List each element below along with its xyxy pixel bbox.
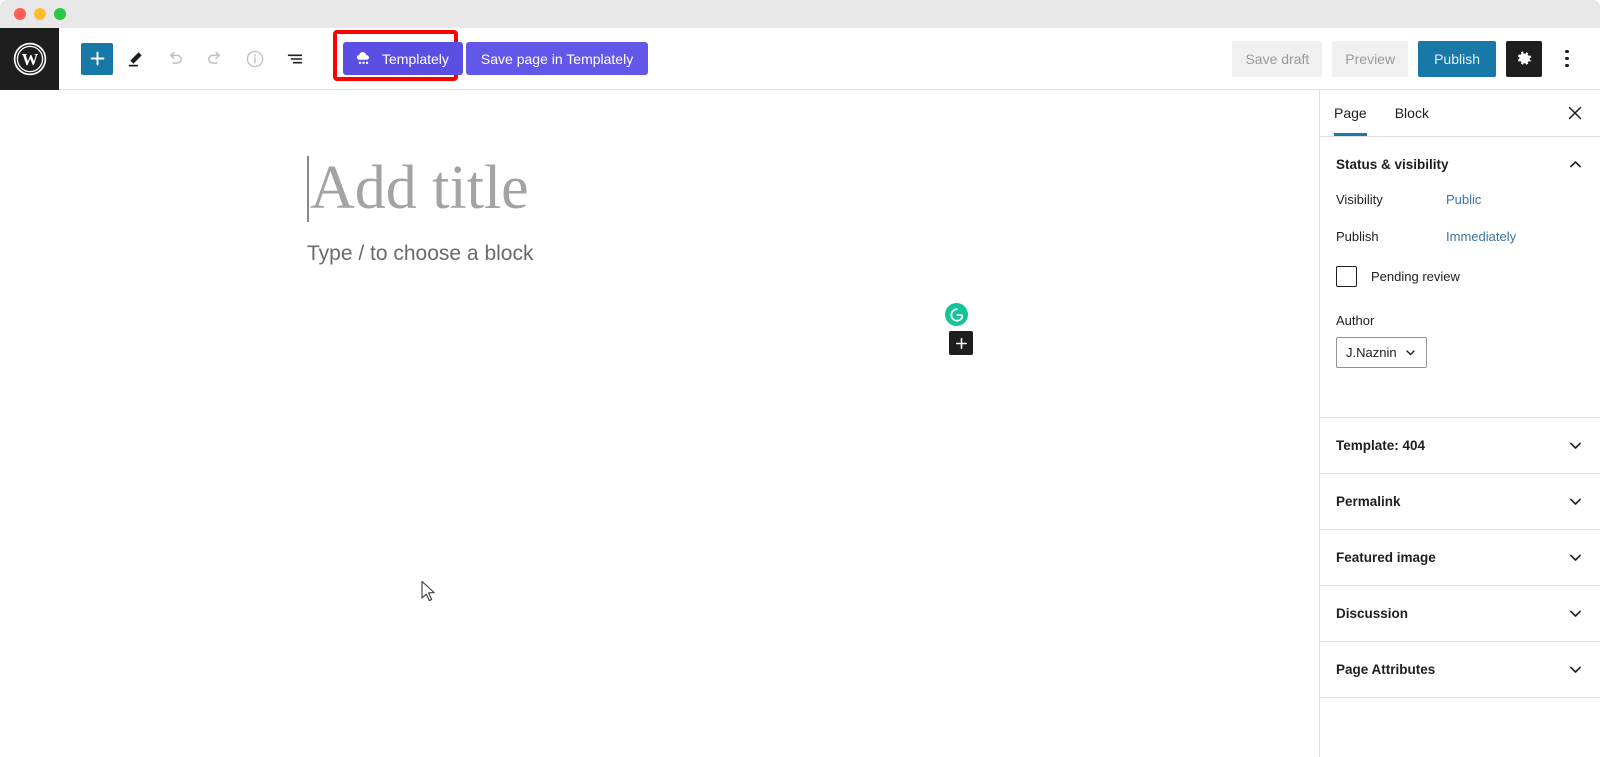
author-label: Author bbox=[1336, 313, 1375, 328]
panel-title: Template: 404 bbox=[1336, 438, 1426, 453]
panel-title: Page Attributes bbox=[1336, 662, 1436, 677]
canvas-block-inserter-button[interactable] bbox=[949, 331, 973, 355]
templately-button-label: Templately bbox=[382, 50, 449, 67]
panel-header-status-visibility[interactable]: Status & visibility bbox=[1320, 137, 1600, 192]
pending-review-label[interactable]: Pending review bbox=[1371, 269, 1460, 284]
undo-button[interactable] bbox=[157, 41, 193, 77]
templately-toolbar-group: Templately Save page in Templately bbox=[333, 30, 649, 81]
tools-pencil-button[interactable] bbox=[117, 41, 153, 77]
window-close-button[interactable] bbox=[14, 8, 26, 20]
window-zoom-button[interactable] bbox=[54, 8, 66, 20]
settings-gear-button[interactable] bbox=[1506, 40, 1542, 77]
text-caret bbox=[307, 156, 309, 222]
wordpress-logo[interactable]: W bbox=[0, 27, 59, 90]
grammarly-g-icon[interactable] bbox=[945, 303, 968, 326]
templately-cloud-icon bbox=[356, 52, 370, 65]
divider bbox=[1320, 697, 1600, 698]
author-select[interactable]: J.Naznin bbox=[1336, 337, 1427, 368]
chevron-down-icon bbox=[1405, 350, 1415, 356]
panel-header-featured-image[interactable]: Featured image bbox=[1320, 530, 1600, 585]
author-field-group: Author J.Naznin bbox=[1336, 313, 1584, 368]
panel-body-status-visibility: Visibility Public Publish Immediately Pe… bbox=[1320, 192, 1600, 390]
tab-page[interactable]: Page bbox=[1320, 90, 1381, 136]
pending-review-row: Pending review bbox=[1336, 266, 1584, 287]
toolbar-right-group: Save draft Preview Publish bbox=[1232, 40, 1600, 77]
panel-header-template[interactable]: Template: 404 bbox=[1320, 418, 1600, 473]
vertical-ellipsis-icon bbox=[1565, 56, 1569, 61]
arrow-cursor bbox=[421, 580, 435, 602]
chevron-down-icon bbox=[1570, 442, 1581, 449]
panel-header-permalink[interactable]: Permalink bbox=[1320, 474, 1600, 529]
author-value: J.Naznin bbox=[1346, 345, 1397, 360]
tab-block[interactable]: Block bbox=[1381, 90, 1443, 136]
details-info-button[interactable] bbox=[237, 41, 273, 77]
window-title-bar bbox=[0, 0, 1600, 28]
chevron-up-icon bbox=[1570, 161, 1581, 168]
post-title-placeholder: Add title bbox=[310, 154, 529, 222]
publish-row: Publish Immediately bbox=[1336, 229, 1584, 244]
sidebar-tabbar: Page Block bbox=[1320, 90, 1600, 137]
chevron-down-icon bbox=[1570, 498, 1581, 505]
post-title-field[interactable]: Add title bbox=[307, 152, 529, 224]
visibility-label: Visibility bbox=[1336, 192, 1383, 207]
panel-title: Discussion bbox=[1336, 606, 1409, 621]
publish-button[interactable]: Publish bbox=[1418, 40, 1496, 77]
publish-value-button[interactable]: Immediately bbox=[1446, 229, 1516, 244]
pending-review-checkbox[interactable] bbox=[1336, 266, 1357, 287]
panel-title: Permalink bbox=[1336, 494, 1401, 509]
redo-button[interactable] bbox=[197, 41, 233, 77]
chevron-down-icon bbox=[1570, 666, 1581, 673]
save-page-in-templately-button[interactable]: Save page in Templately bbox=[465, 42, 649, 75]
panel-header-discussion[interactable]: Discussion bbox=[1320, 586, 1600, 641]
save-draft-button[interactable]: Save draft bbox=[1232, 40, 1323, 77]
window-minimize-button[interactable] bbox=[34, 8, 46, 20]
more-options-button[interactable] bbox=[1552, 41, 1582, 77]
panel-title: Featured image bbox=[1336, 550, 1436, 565]
editor-body: Add title Type / to choose a block Page … bbox=[0, 90, 1600, 757]
editor-toolbar: W Templately Save page in Templately Sav… bbox=[0, 27, 1600, 90]
close-icon[interactable] bbox=[1554, 90, 1596, 136]
chevron-down-icon bbox=[1570, 554, 1581, 561]
vertical-ellipsis-icon bbox=[1565, 63, 1569, 68]
settings-sidebar: Page Block Status & visibility Visibilit… bbox=[1319, 90, 1600, 757]
sidebar-spacer bbox=[1320, 390, 1600, 417]
chevron-down-icon bbox=[1570, 610, 1581, 617]
preview-button[interactable]: Preview bbox=[1332, 40, 1409, 77]
visibility-value-button[interactable]: Public bbox=[1446, 192, 1481, 207]
gear-icon bbox=[1517, 50, 1532, 65]
default-block-placeholder[interactable]: Type / to choose a block bbox=[307, 242, 533, 266]
editor-canvas[interactable]: Add title Type / to choose a block bbox=[0, 90, 1319, 757]
panel-title: Status & visibility bbox=[1336, 157, 1449, 172]
list-view-button[interactable] bbox=[277, 41, 313, 77]
add-block-button[interactable] bbox=[81, 42, 113, 75]
toolbar-left-group bbox=[59, 41, 313, 77]
panel-header-page-attributes[interactable]: Page Attributes bbox=[1320, 642, 1600, 697]
visibility-row: Visibility Public bbox=[1336, 192, 1584, 207]
vertical-ellipsis-icon bbox=[1565, 49, 1569, 54]
publish-label: Publish bbox=[1336, 229, 1379, 244]
templately-button[interactable]: Templately bbox=[343, 42, 463, 75]
svg-text:W: W bbox=[21, 50, 38, 69]
